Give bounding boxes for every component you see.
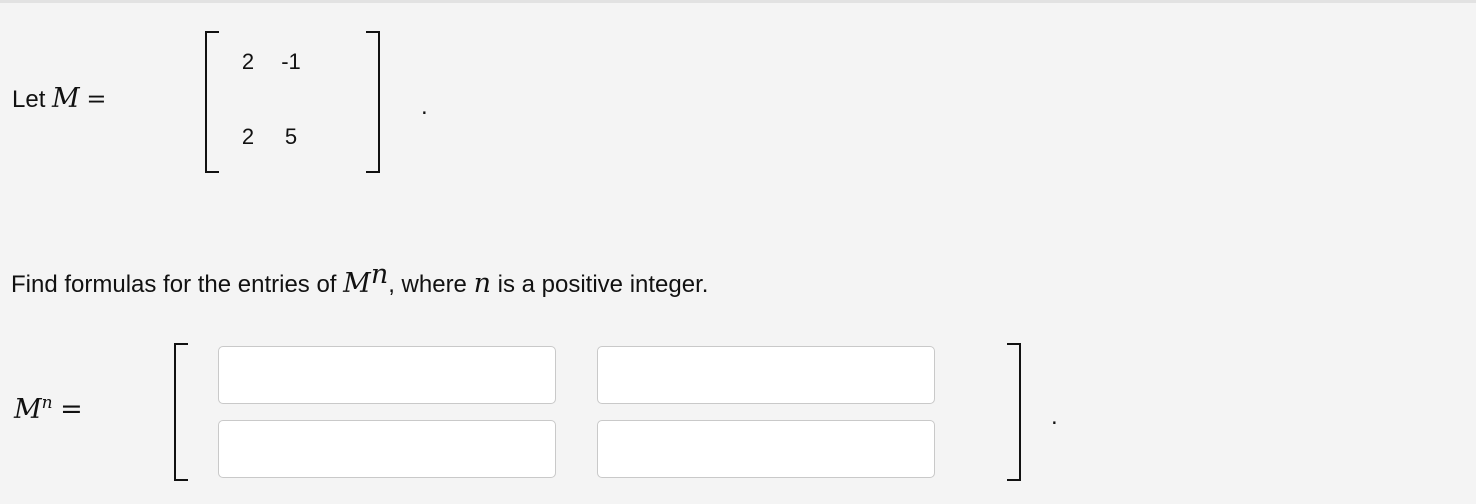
question-prompt: Find formulas for the entries of Mn, whe… bbox=[11, 259, 708, 299]
matrix-definition-label: Let M = bbox=[12, 83, 106, 114]
answer-input-1-1[interactable] bbox=[218, 346, 556, 404]
problem-page: Let M = 2 -1 2 5 . Find formulas for the… bbox=[0, 0, 1476, 504]
prompt-matrix-symbol: M bbox=[343, 268, 371, 299]
answer-input-2-2[interactable] bbox=[597, 420, 935, 478]
matrix-cell-1-1: 2 bbox=[241, 49, 255, 74]
matrix-cell-2-2: 5 bbox=[284, 124, 298, 149]
matrix-left-bracket bbox=[205, 31, 219, 173]
definition-period: . bbox=[421, 93, 428, 120]
equals-sign: = bbox=[86, 85, 107, 113]
matrix-right-bracket bbox=[366, 31, 380, 173]
answer-input-1-2[interactable] bbox=[597, 346, 935, 404]
prompt-text-after: is a positive integer. bbox=[490, 271, 709, 298]
answer-left-bracket bbox=[174, 343, 188, 481]
matrix-cell-2-1: 2 bbox=[241, 124, 255, 149]
prompt-exponent: n bbox=[370, 259, 389, 290]
prompt-variable: n bbox=[473, 268, 491, 299]
prompt-text-middle: , where bbox=[388, 271, 474, 298]
prompt-text-before: Find formulas for the entries of bbox=[11, 271, 344, 298]
answer-input-2-1[interactable] bbox=[218, 420, 556, 478]
answer-exponent: n bbox=[41, 393, 53, 413]
answer-period: . bbox=[1051, 403, 1058, 430]
answer-equals-sign: = bbox=[60, 394, 83, 425]
let-word: Let bbox=[12, 86, 46, 113]
matrix-cell-1-2: -1 bbox=[281, 49, 301, 74]
matrix-symbol: M bbox=[52, 83, 80, 114]
answer-label: Mn = bbox=[14, 393, 83, 425]
answer-matrix-symbol: M bbox=[14, 394, 42, 425]
answer-right-bracket bbox=[1007, 343, 1021, 481]
